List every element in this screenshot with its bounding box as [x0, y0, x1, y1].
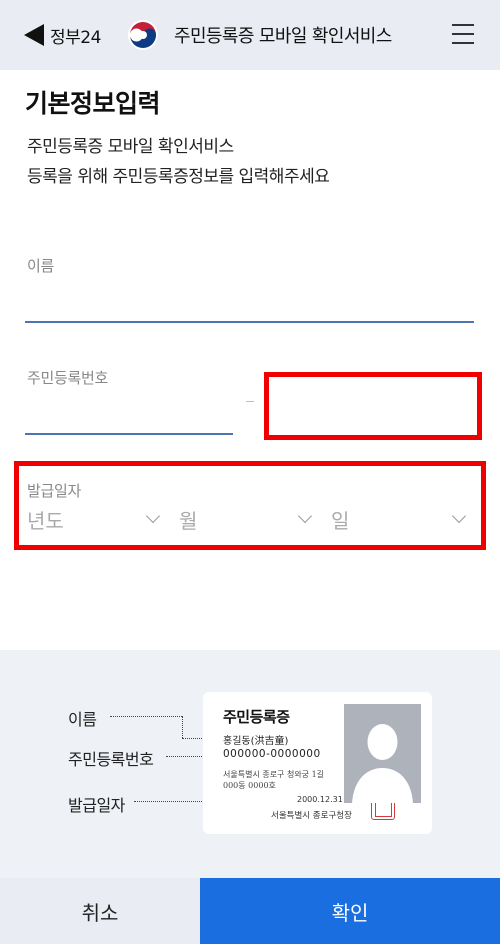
- issue-date-highlight-box: [14, 461, 486, 550]
- description-line-2: 등록을 위해 주민등록증정보를 입력해주세요: [27, 167, 330, 187]
- sample-id-card: 주민등록증 홍길동(洪吉童) 000000-0000000 서울특별시 종로구 …: [203, 692, 432, 834]
- government-emblem-icon: [128, 20, 158, 50]
- rrn-label: 주민등록번호: [27, 369, 109, 387]
- person-silhouette-icon: [344, 704, 421, 803]
- card-title: 주민등록증: [223, 708, 290, 726]
- app-header: 정부24 주민등록증 모바일 확인서비스: [0, 0, 500, 70]
- card-rrn: 000000-0000000: [223, 748, 321, 760]
- cancel-button[interactable]: 취소: [0, 878, 200, 944]
- name-input-underline: [25, 321, 474, 323]
- rrn-back-highlight-box: [264, 372, 482, 440]
- back-arrow-icon: [24, 24, 44, 46]
- page-title: 기본정보입력: [25, 89, 161, 118]
- card-address-line-2: 000동 0000호: [223, 781, 276, 790]
- confirm-button[interactable]: 확인: [200, 878, 500, 944]
- menu-icon[interactable]: [452, 24, 474, 44]
- bottom-action-bar: 취소 확인: [0, 878, 500, 944]
- name-label: 이름: [27, 257, 55, 275]
- card-name: 홍길동(洪吉童): [223, 736, 289, 747]
- guide-label-rrn: 주민등록번호: [68, 750, 154, 769]
- card-issuer: 서울특별시 종로구청장: [271, 811, 352, 821]
- back-label: 정부24: [50, 27, 101, 48]
- description-line-1: 주민등록증 모바일 확인서비스: [27, 137, 234, 157]
- rrn-front-input[interactable]: [25, 392, 233, 432]
- name-leader-line-vertical: [182, 716, 183, 738]
- guide-label-issue-date: 발급일자: [68, 796, 125, 815]
- rrn-separator: [246, 401, 254, 402]
- name-leader-line: [110, 716, 182, 717]
- card-address-line-1: 서울특별시 종로구 청와궁 1길: [223, 770, 325, 779]
- app-title: 주민등록증 모바일 확인서비스: [174, 26, 392, 47]
- guide-label-name: 이름: [68, 710, 97, 729]
- rrn-front-underline: [25, 433, 233, 435]
- back-button[interactable]: 정부24: [24, 22, 101, 48]
- card-issue-date: 2000.12.31: [297, 795, 343, 804]
- name-input[interactable]: [25, 280, 474, 320]
